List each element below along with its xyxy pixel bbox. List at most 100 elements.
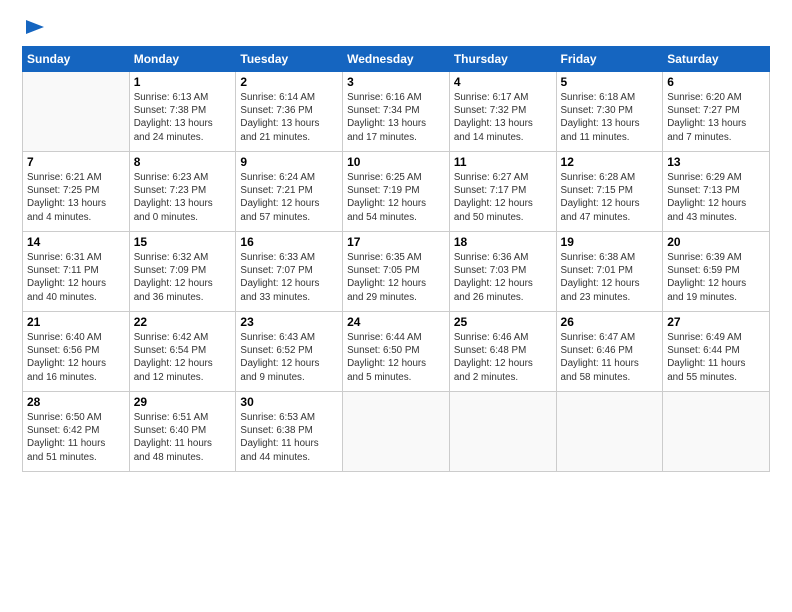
day-info: Sunrise: 6:51 AM Sunset: 6:40 PM Dayligh… bbox=[134, 411, 232, 464]
weekday-header-monday: Monday bbox=[129, 47, 236, 72]
day-info: Sunrise: 6:31 AM Sunset: 7:11 PM Dayligh… bbox=[27, 251, 125, 304]
calendar-cell: 24 Sunrise: 6:44 AM Sunset: 6:50 PM Dayli… bbox=[343, 312, 450, 392]
header bbox=[22, 18, 770, 36]
day-number: 28 bbox=[27, 395, 125, 409]
calendar-cell: 14 Sunrise: 6:31 AM Sunset: 7:11 PM Dayli… bbox=[23, 232, 130, 312]
calendar-cell: 30Sunrise: 6:53 AM Sunset: 6:38 PM Dayli… bbox=[236, 392, 343, 472]
calendar-cell: 22 Sunrise: 6:42 AM Sunset: 6:54 PM Dayli… bbox=[129, 312, 236, 392]
day-info: Sunrise: 6:28 AM Sunset: 7:15 PM Dayligh… bbox=[561, 171, 659, 224]
week-row-1: 1 Sunrise: 6:13 AM Sunset: 7:38 PM Daylig… bbox=[23, 72, 770, 152]
day-number: 4 bbox=[454, 75, 552, 89]
weekday-header-tuesday: Tuesday bbox=[236, 47, 343, 72]
calendar-cell: 16 Sunrise: 6:33 AM Sunset: 7:07 PM Dayli… bbox=[236, 232, 343, 312]
calendar-cell: 18 Sunrise: 6:36 AM Sunset: 7:03 PM Dayli… bbox=[449, 232, 556, 312]
calendar-cell bbox=[663, 392, 770, 472]
calendar-cell: 9Sunrise: 6:24 AM Sunset: 7:21 PM Daylig… bbox=[236, 152, 343, 232]
day-number: 10 bbox=[347, 155, 445, 169]
logo-text bbox=[22, 18, 48, 36]
weekday-row: SundayMondayTuesdayWednesdayThursdayFrid… bbox=[23, 47, 770, 72]
day-number: 8 bbox=[134, 155, 232, 169]
day-number: 25 bbox=[454, 315, 552, 329]
day-number: 11 bbox=[454, 155, 552, 169]
calendar-cell: 4 Sunrise: 6:17 AM Sunset: 7:32 PM Daylig… bbox=[449, 72, 556, 152]
day-info: Sunrise: 6:49 AM Sunset: 6:44 PM Dayligh… bbox=[667, 331, 765, 384]
week-row-4: 21 Sunrise: 6:40 AM Sunset: 6:56 PM Dayli… bbox=[23, 312, 770, 392]
day-info: Sunrise: 6:35 AM Sunset: 7:05 PM Dayligh… bbox=[347, 251, 445, 304]
calendar-cell: 1 Sunrise: 6:13 AM Sunset: 7:38 PM Daylig… bbox=[129, 72, 236, 152]
weekday-header-saturday: Saturday bbox=[663, 47, 770, 72]
day-number: 13 bbox=[667, 155, 765, 169]
calendar-cell: 29 Sunrise: 6:51 AM Sunset: 6:40 PM Dayli… bbox=[129, 392, 236, 472]
day-info: Sunrise: 6:14 AM Sunset: 7:36 PM Dayligh… bbox=[240, 91, 338, 144]
day-info: Sunrise: 6:33 AM Sunset: 7:07 PM Dayligh… bbox=[240, 251, 338, 304]
day-info: Sunrise: 6:25 AM Sunset: 7:19 PM Dayligh… bbox=[347, 171, 445, 224]
day-info: Sunrise: 6:21 AM Sunset: 7:25 PM Dayligh… bbox=[27, 171, 125, 224]
calendar-cell: 5 Sunrise: 6:18 AM Sunset: 7:30 PM Daylig… bbox=[556, 72, 663, 152]
weekday-header-sunday: Sunday bbox=[23, 47, 130, 72]
day-number: 6 bbox=[667, 75, 765, 89]
day-info: Sunrise: 6:38 AM Sunset: 7:01 PM Dayligh… bbox=[561, 251, 659, 304]
calendar-cell: 8 Sunrise: 6:23 AM Sunset: 7:23 PM Daylig… bbox=[129, 152, 236, 232]
calendar-cell: 2Sunrise: 6:14 AM Sunset: 7:36 PM Daylig… bbox=[236, 72, 343, 152]
calendar-cell: 6Sunrise: 6:20 AM Sunset: 7:27 PM Daylig… bbox=[663, 72, 770, 152]
day-number: 20 bbox=[667, 235, 765, 249]
day-number: 14 bbox=[27, 235, 125, 249]
day-info: Sunrise: 6:27 AM Sunset: 7:17 PM Dayligh… bbox=[454, 171, 552, 224]
day-info: Sunrise: 6:29 AM Sunset: 7:13 PM Dayligh… bbox=[667, 171, 765, 224]
day-number: 21 bbox=[27, 315, 125, 329]
weekday-header-wednesday: Wednesday bbox=[343, 47, 450, 72]
day-info: Sunrise: 6:36 AM Sunset: 7:03 PM Dayligh… bbox=[454, 251, 552, 304]
day-number: 18 bbox=[454, 235, 552, 249]
calendar-cell: 25 Sunrise: 6:46 AM Sunset: 6:48 PM Dayli… bbox=[449, 312, 556, 392]
calendar-header: SundayMondayTuesdayWednesdayThursdayFrid… bbox=[23, 47, 770, 72]
day-info: Sunrise: 6:13 AM Sunset: 7:38 PM Dayligh… bbox=[134, 91, 232, 144]
calendar-cell: 7Sunrise: 6:21 AM Sunset: 7:25 PM Daylig… bbox=[23, 152, 130, 232]
calendar-cell bbox=[449, 392, 556, 472]
day-info: Sunrise: 6:43 AM Sunset: 6:52 PM Dayligh… bbox=[240, 331, 338, 384]
day-info: Sunrise: 6:32 AM Sunset: 7:09 PM Dayligh… bbox=[134, 251, 232, 304]
day-number: 16 bbox=[240, 235, 338, 249]
page: SundayMondayTuesdayWednesdayThursdayFrid… bbox=[0, 0, 792, 612]
calendar-cell: 15 Sunrise: 6:32 AM Sunset: 7:09 PM Dayli… bbox=[129, 232, 236, 312]
calendar-cell: 10 Sunrise: 6:25 AM Sunset: 7:19 PM Dayli… bbox=[343, 152, 450, 232]
weekday-header-thursday: Thursday bbox=[449, 47, 556, 72]
day-number: 5 bbox=[561, 75, 659, 89]
calendar-cell: 27Sunrise: 6:49 AM Sunset: 6:44 PM Dayli… bbox=[663, 312, 770, 392]
calendar-cell: 12 Sunrise: 6:28 AM Sunset: 7:15 PM Dayli… bbox=[556, 152, 663, 232]
day-info: Sunrise: 6:17 AM Sunset: 7:32 PM Dayligh… bbox=[454, 91, 552, 144]
day-info: Sunrise: 6:23 AM Sunset: 7:23 PM Dayligh… bbox=[134, 171, 232, 224]
day-number: 22 bbox=[134, 315, 232, 329]
day-info: Sunrise: 6:39 AM Sunset: 6:59 PM Dayligh… bbox=[667, 251, 765, 304]
calendar-cell: 23Sunrise: 6:43 AM Sunset: 6:52 PM Dayli… bbox=[236, 312, 343, 392]
calendar-cell: 26 Sunrise: 6:47 AM Sunset: 6:46 PM Dayli… bbox=[556, 312, 663, 392]
day-number: 19 bbox=[561, 235, 659, 249]
day-number: 29 bbox=[134, 395, 232, 409]
day-info: Sunrise: 6:18 AM Sunset: 7:30 PM Dayligh… bbox=[561, 91, 659, 144]
day-number: 12 bbox=[561, 155, 659, 169]
day-info: Sunrise: 6:47 AM Sunset: 6:46 PM Dayligh… bbox=[561, 331, 659, 384]
day-number: 30 bbox=[240, 395, 338, 409]
day-info: Sunrise: 6:24 AM Sunset: 7:21 PM Dayligh… bbox=[240, 171, 338, 224]
day-number: 1 bbox=[134, 75, 232, 89]
calendar-cell bbox=[343, 392, 450, 472]
day-info: Sunrise: 6:50 AM Sunset: 6:42 PM Dayligh… bbox=[27, 411, 125, 464]
day-number: 15 bbox=[134, 235, 232, 249]
weekday-header-friday: Friday bbox=[556, 47, 663, 72]
week-row-2: 7Sunrise: 6:21 AM Sunset: 7:25 PM Daylig… bbox=[23, 152, 770, 232]
calendar: SundayMondayTuesdayWednesdayThursdayFrid… bbox=[22, 46, 770, 472]
day-number: 17 bbox=[347, 235, 445, 249]
calendar-cell: 13 Sunrise: 6:29 AM Sunset: 7:13 PM Dayli… bbox=[663, 152, 770, 232]
day-info: Sunrise: 6:44 AM Sunset: 6:50 PM Dayligh… bbox=[347, 331, 445, 384]
calendar-cell: 20 Sunrise: 6:39 AM Sunset: 6:59 PM Dayli… bbox=[663, 232, 770, 312]
day-number: 24 bbox=[347, 315, 445, 329]
calendar-body: 1 Sunrise: 6:13 AM Sunset: 7:38 PM Daylig… bbox=[23, 72, 770, 472]
logo bbox=[22, 18, 48, 36]
logo-icon bbox=[24, 18, 46, 36]
day-number: 3 bbox=[347, 75, 445, 89]
calendar-cell bbox=[556, 392, 663, 472]
calendar-cell: 3Sunrise: 6:16 AM Sunset: 7:34 PM Daylig… bbox=[343, 72, 450, 152]
day-info: Sunrise: 6:40 AM Sunset: 6:56 PM Dayligh… bbox=[27, 331, 125, 384]
day-info: Sunrise: 6:42 AM Sunset: 6:54 PM Dayligh… bbox=[134, 331, 232, 384]
day-number: 26 bbox=[561, 315, 659, 329]
day-info: Sunrise: 6:46 AM Sunset: 6:48 PM Dayligh… bbox=[454, 331, 552, 384]
